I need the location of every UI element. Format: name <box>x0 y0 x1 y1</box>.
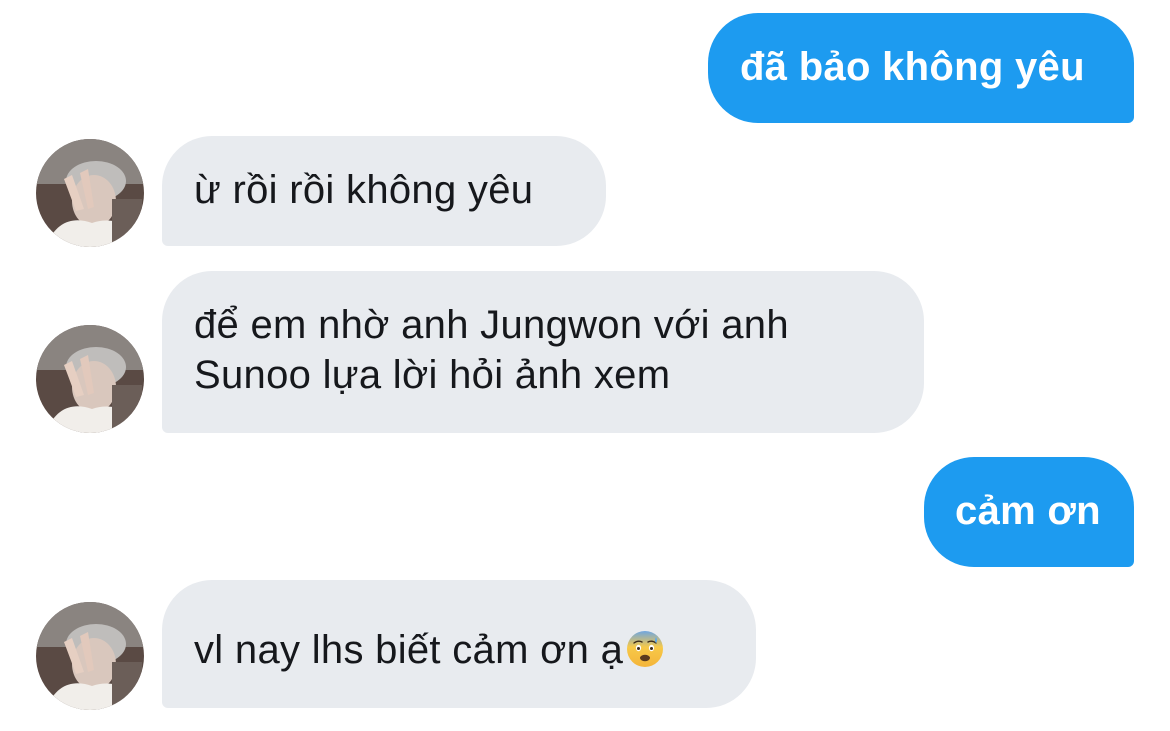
user-avatar[interactable] <box>36 602 144 710</box>
sent-message-bubble[interactable]: cảm ơn <box>924 457 1134 567</box>
message-text: ừ rồi rồi không yêu <box>194 168 534 212</box>
anxious-face-with-sweat-icon <box>625 629 665 681</box>
message-text: đã bảo không yêu <box>740 45 1085 89</box>
message-text-line: để em nhờ anh Jungwon với anh <box>194 303 789 347</box>
message-text: vl nay lhs biết cảm ơn ạ <box>194 628 624 672</box>
message-text-line: Sunoo lựa lời hỏi ảnh xem <box>194 353 671 397</box>
user-avatar[interactable] <box>36 325 144 433</box>
user-avatar[interactable] <box>36 139 144 247</box>
received-message-bubble[interactable]: để em nhờ anh Jungwon với anh Sunoo lựa … <box>162 271 924 433</box>
sent-message-bubble[interactable]: đã bảo không yêu <box>708 13 1134 123</box>
user-avatar-photo-icon <box>36 325 144 433</box>
user-avatar-photo-icon <box>36 139 144 247</box>
message-text: cảm ơn <box>955 489 1101 533</box>
received-message-bubble[interactable]: ừ rồi rồi không yêu <box>162 136 606 246</box>
received-message-bubble[interactable]: vl nay lhs biết cảm ơn ạ <box>162 580 756 708</box>
user-avatar-photo-icon <box>36 602 144 710</box>
